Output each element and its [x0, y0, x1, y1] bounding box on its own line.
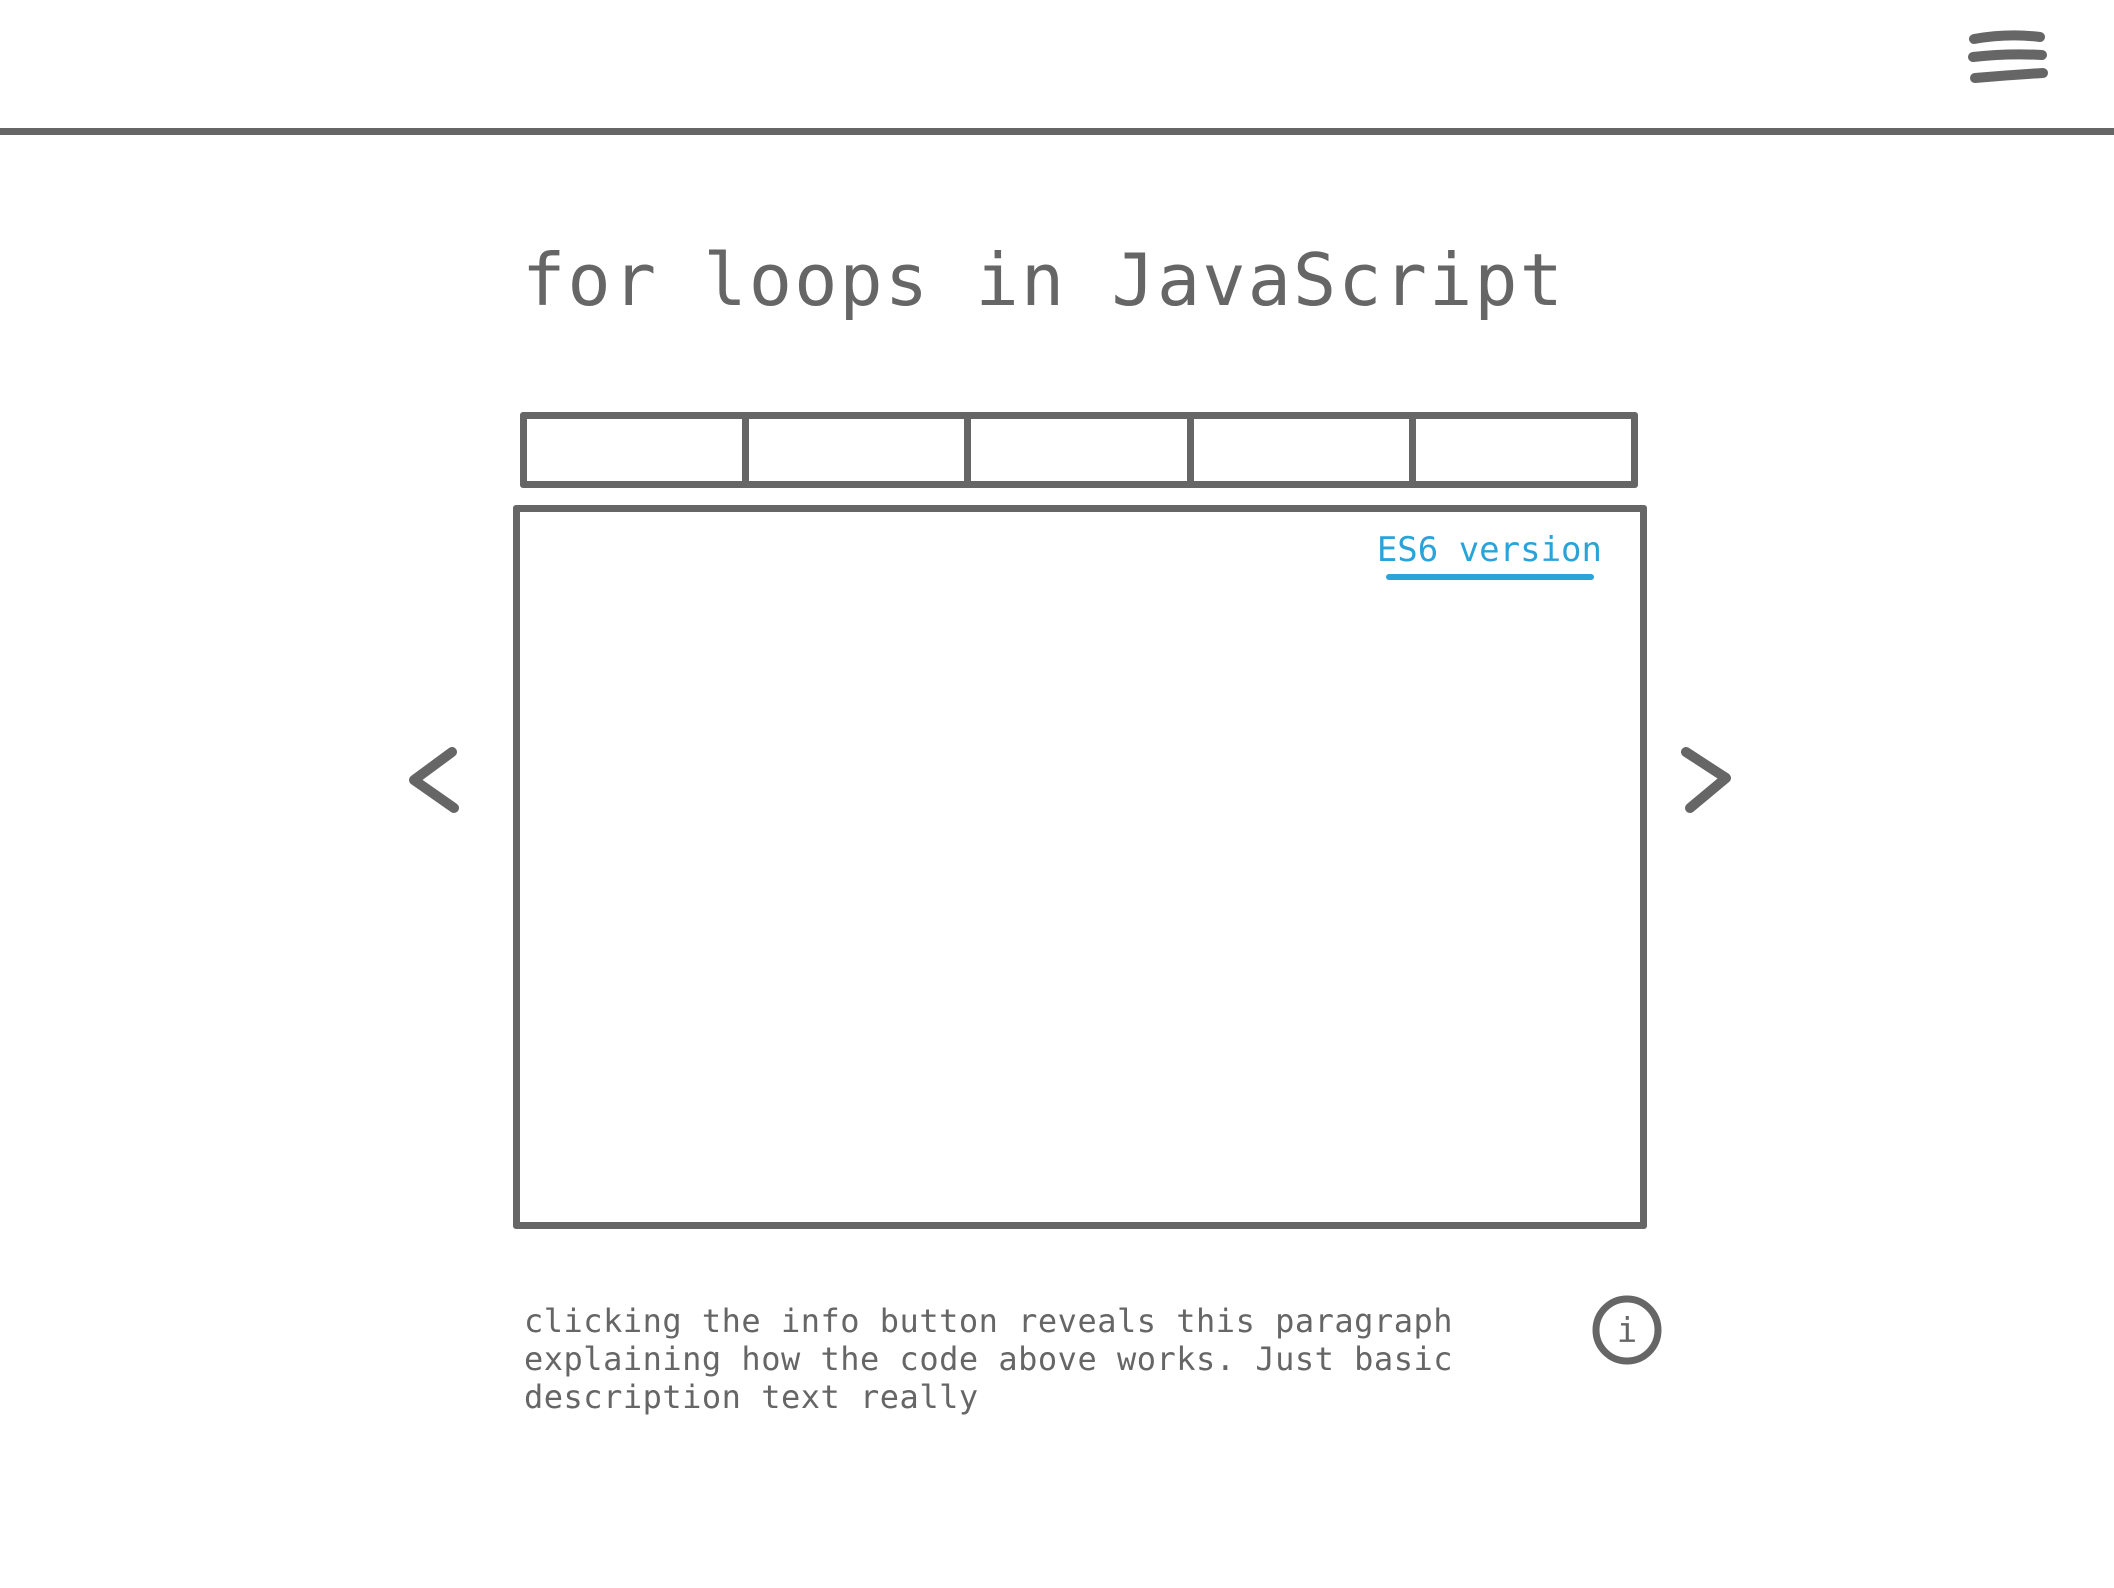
- tab-4[interactable]: [1194, 419, 1416, 481]
- tab-5[interactable]: [1416, 419, 1631, 481]
- info-button[interactable]: i: [1590, 1293, 1664, 1367]
- tab-strip: [520, 412, 1638, 488]
- es6-link-underline: [1386, 574, 1594, 580]
- code-panel: ES6 version: [513, 505, 1647, 1229]
- info-glyph: i: [1616, 1311, 1638, 1351]
- tab-1[interactable]: [527, 419, 750, 481]
- header-divider: [0, 128, 2114, 135]
- chevron-left-icon[interactable]: [400, 740, 470, 820]
- tab-2[interactable]: [749, 419, 972, 481]
- chevron-right-icon[interactable]: [1670, 740, 1740, 820]
- code-description: clicking the info button reveals this pa…: [524, 1302, 1453, 1416]
- es6-version-link[interactable]: ES6 version: [1377, 530, 1602, 570]
- tab-3[interactable]: [971, 419, 1194, 481]
- top-bar: [0, 0, 2114, 130]
- page-title: for loops in JavaScript: [522, 238, 1565, 322]
- hamburger-menu-icon[interactable]: [1968, 28, 2048, 90]
